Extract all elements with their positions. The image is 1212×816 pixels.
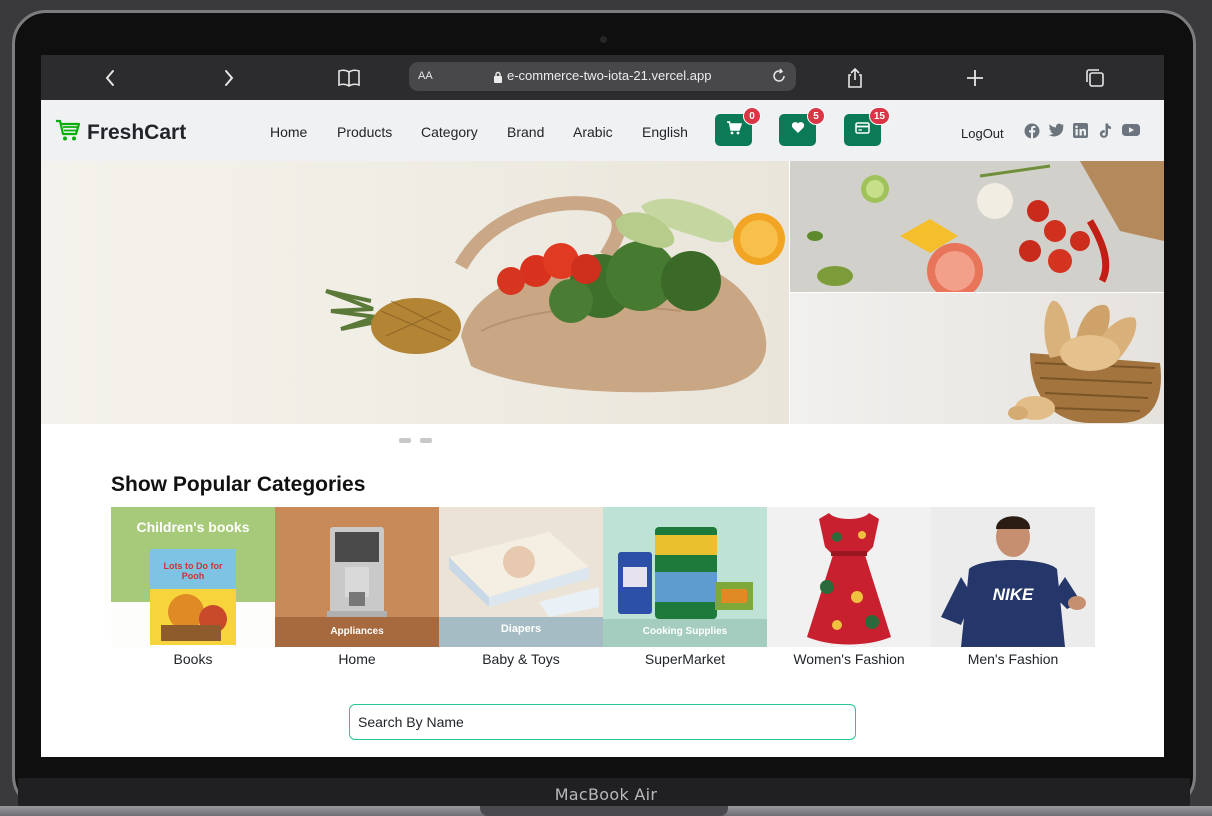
laptop-model-label: MacBook Air <box>554 785 658 804</box>
wishlist-count-badge: 5 <box>807 107 825 125</box>
category-image-baby-toys: Diapers <box>439 507 603 647</box>
cart-count-badge: 0 <box>743 107 761 125</box>
category-image-caption: Cooking Supplies <box>642 626 728 637</box>
book-icon[interactable] <box>336 65 362 91</box>
category-name: Home <box>338 651 376 667</box>
brand-logo[interactable]: FreshCart <box>55 118 186 147</box>
categories-title: Show Popular Categories <box>111 473 366 496</box>
hero-main-image <box>41 161 789 424</box>
browser-toolbar: AA e-commerce-two-iota-21.vercel.app <box>41 55 1164 100</box>
category-image-caption: Appliances <box>330 626 384 637</box>
orders-count-badge: 15 <box>868 107 890 125</box>
logout-link[interactable]: LogOut <box>961 126 1004 141</box>
category-image-caption: Diapers <box>500 623 542 635</box>
cart-button[interactable]: 0 <box>715 107 761 146</box>
linkedin-icon[interactable] <box>1073 123 1089 139</box>
category-card-supermarket[interactable]: Cooking Supplies SuperMarket <box>603 507 767 672</box>
credit-card-icon <box>855 121 870 139</box>
nav-products[interactable]: Products <box>337 124 392 140</box>
tiktok-icon[interactable] <box>1098 123 1114 139</box>
orders-button[interactable]: 15 <box>844 107 890 146</box>
category-name: Women's Fashion <box>793 651 905 667</box>
nav-english[interactable]: English <box>642 124 688 140</box>
heart-icon <box>791 121 805 139</box>
address-bar[interactable]: AA e-commerce-two-iota-21.vercel.app <box>409 62 796 91</box>
shopping-cart-icon <box>726 120 742 140</box>
share-icon[interactable] <box>842 65 868 91</box>
url-text: e-commerce-two-iota-21.vercel.app <box>507 68 712 83</box>
laptop-frame: AA e-commerce-two-iota-21.vercel.app Fre… <box>0 0 1212 816</box>
wishlist-button[interactable]: 5 <box>779 107 825 146</box>
site-navbar: FreshCart Home Products Category Brand A… <box>41 100 1164 161</box>
category-image-caption: Children's books <box>136 519 250 535</box>
reader-aa[interactable]: AA <box>418 70 433 82</box>
nav-category[interactable]: Category <box>421 124 478 140</box>
category-image-home: Appliances <box>275 507 439 647</box>
slider-dot-1[interactable] <box>399 438 411 443</box>
category-name: SuperMarket <box>644 651 726 667</box>
twitter-icon[interactable] <box>1048 123 1064 139</box>
nav-brand[interactable]: Brand <box>507 124 544 140</box>
screen: AA e-commerce-two-iota-21.vercel.app Fre… <box>41 55 1164 757</box>
category-card-mens-fashion[interactable]: NIKE Men's Fashion <box>931 507 1095 672</box>
category-image-books: Children's books Lots to Do for Pooh <box>111 507 275 647</box>
camera <box>600 36 607 43</box>
chevron-left-icon[interactable] <box>97 65 123 91</box>
category-image-womens-fashion <box>767 507 931 647</box>
category-name: Men's Fashion <box>967 651 1059 667</box>
hoodie-logo-text: NIKE <box>992 585 1034 604</box>
category-card-books[interactable]: Children's books Lots to Do for Pooh Boo… <box>111 507 275 672</box>
search-input[interactable] <box>349 704 856 740</box>
tabs-icon[interactable] <box>1082 65 1108 91</box>
category-card-womens-fashion[interactable]: Women's Fashion <box>767 507 931 672</box>
slider-dot-2[interactable] <box>420 438 432 443</box>
chevron-right-icon[interactable] <box>216 65 242 91</box>
book-cover-title: Lots to Do for Pooh <box>163 561 223 581</box>
brand-name: FreshCart <box>87 120 187 144</box>
hero-bread-image <box>790 293 1164 424</box>
lock-icon <box>493 70 503 88</box>
youtube-icon[interactable] <box>1122 123 1140 139</box>
category-image-supermarket: Cooking Supplies <box>603 507 767 647</box>
nav-home[interactable]: Home <box>270 124 307 140</box>
cart-logo-icon <box>55 118 81 147</box>
laptop-notch <box>480 806 728 816</box>
plus-icon[interactable] <box>962 65 988 91</box>
category-card-baby-toys[interactable]: Diapers Baby & Toys <box>439 507 603 672</box>
category-name: Books <box>173 651 213 667</box>
nav-arabic[interactable]: Arabic <box>573 124 613 140</box>
category-image-mens-fashion: NIKE <box>931 507 1095 647</box>
facebook-icon[interactable] <box>1024 123 1040 139</box>
category-name: Baby & Toys <box>482 651 560 667</box>
hero-vegetables-image <box>790 161 1164 292</box>
reload-icon[interactable] <box>771 68 787 89</box>
category-card-home[interactable]: Appliances Home <box>275 507 439 672</box>
